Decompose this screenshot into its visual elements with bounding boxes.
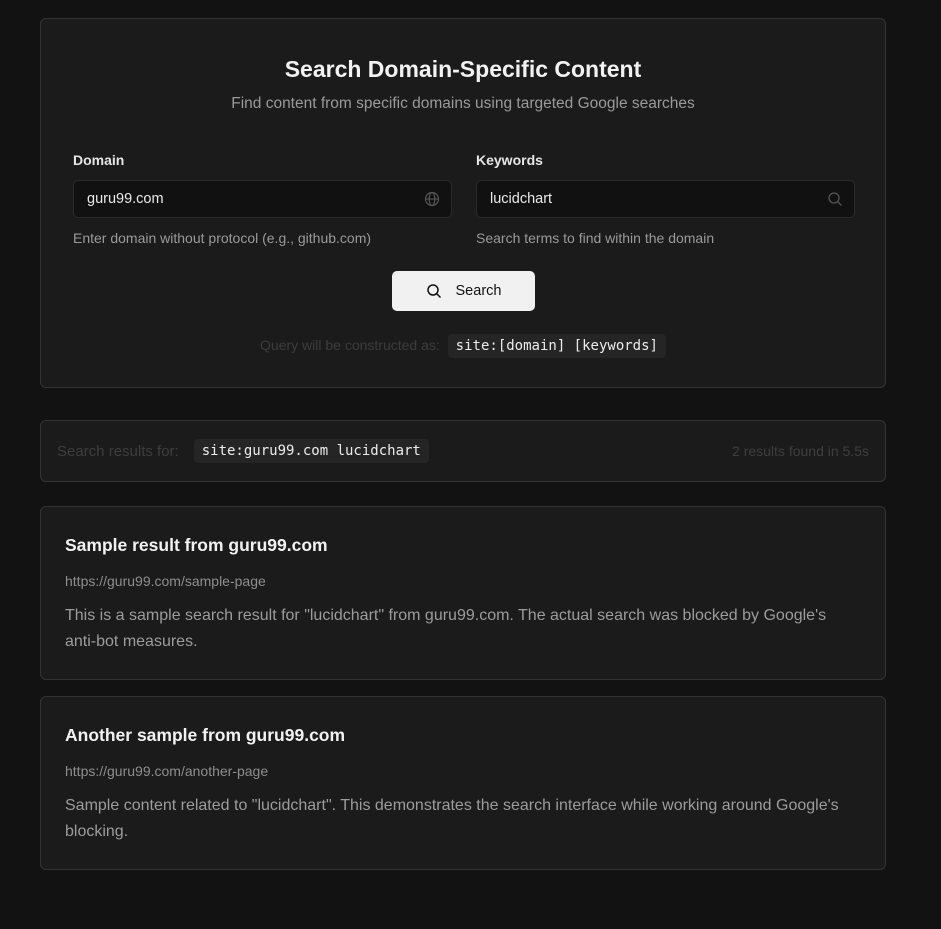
keywords-label: Keywords xyxy=(476,152,543,168)
results-meta: 2 results found in 5.5s xyxy=(732,443,869,459)
query-hint: Query will be constructed as: site:[doma… xyxy=(41,334,885,358)
domain-input-value: guru99.com xyxy=(87,191,164,207)
page-subtitle: Find content from specific domains using… xyxy=(231,95,695,112)
domain-label: Domain xyxy=(73,152,125,168)
keywords-input-value: lucidchart xyxy=(490,191,553,207)
result-title[interactable]: Another sample from guru99.com xyxy=(65,725,345,746)
result-title[interactable]: Sample result from guru99.com xyxy=(65,535,328,556)
domain-input[interactable]: guru99.com xyxy=(73,180,452,218)
search-form-card: Search Domain-Specific Content Find cont… xyxy=(40,18,886,388)
result-description: Sample content related to "lucidchart". … xyxy=(65,797,839,840)
result-url[interactable]: https://guru99.com/sample-page xyxy=(65,573,266,589)
search-button-icon xyxy=(426,284,441,299)
results-query-code: site:guru99.com lucidchart xyxy=(193,439,429,463)
search-button-label: Search xyxy=(455,283,502,299)
search-icon xyxy=(828,192,842,206)
keywords-input[interactable]: lucidchart xyxy=(476,180,855,218)
keywords-help-text: Search terms to find within the domain xyxy=(476,230,715,246)
result-url[interactable]: https://guru99.com/another-page xyxy=(65,763,268,779)
result-card[interactable]: Another sample from guru99.com https://g… xyxy=(40,696,886,870)
domain-help-text: Enter domain without protocol (e.g., git… xyxy=(73,230,372,246)
results-label: Search results for: xyxy=(57,442,179,460)
results-header: Search results for: site:guru99.com luci… xyxy=(40,420,886,482)
page-title: Search Domain-Specific Content xyxy=(284,56,642,82)
result-card[interactable]: Sample result from guru99.com https://gu… xyxy=(40,506,886,680)
search-button[interactable]: Search xyxy=(392,271,535,311)
query-hint-code: site:[domain] [keywords] xyxy=(447,334,666,358)
globe-icon xyxy=(424,191,440,207)
result-description: This is a sample search result for "luci… xyxy=(65,607,827,650)
domain-field-group: Domain guru99.com Enter domain without p… xyxy=(73,152,452,246)
query-hint-label: Query will be constructed as: xyxy=(260,337,440,353)
keywords-field-group: Keywords lucidchart Search terms to find… xyxy=(476,152,855,246)
